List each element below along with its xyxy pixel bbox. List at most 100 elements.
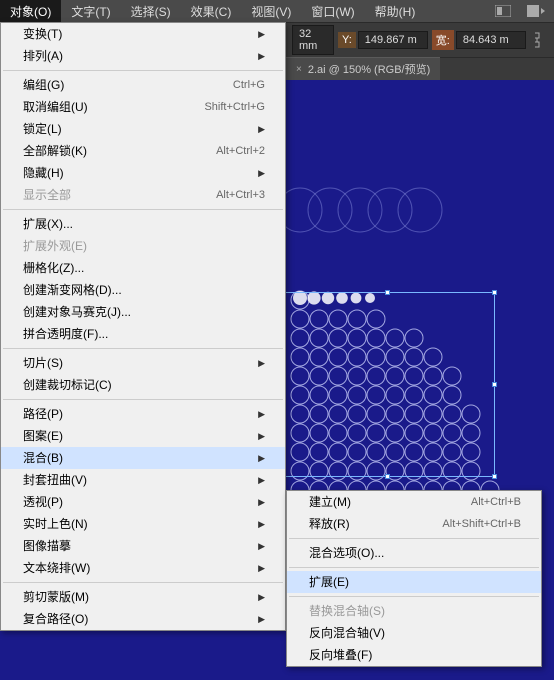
submenu-arrow-icon: ▶: [258, 516, 265, 532]
menu-item-label: 反向堆叠(F): [309, 647, 372, 663]
object-menu-item[interactable]: 排列(A) ▶: [1, 45, 285, 67]
object-menu-item[interactable]: 图案(E) ▶: [1, 425, 285, 447]
menu-select[interactable]: 选择(S): [121, 0, 181, 23]
menu-shortcut: Alt+Shift+Ctrl+B: [442, 516, 521, 532]
tab-label: 2.ai @ 150% (RGB/预览): [308, 61, 430, 77]
menu-separator: [3, 70, 283, 71]
object-menu-item[interactable]: 编组(G) Ctrl+G: [1, 74, 285, 96]
submenu-arrow-icon: ▶: [258, 611, 265, 627]
menu-separator: [289, 596, 539, 597]
menu-separator: [3, 209, 283, 210]
close-icon[interactable]: ×: [296, 64, 302, 75]
menubar: 对象(O) 文字(T) 选择(S) 效果(C) 视图(V) 窗口(W) 帮助(H…: [0, 0, 554, 22]
object-menu-item[interactable]: 拼合透明度(F)...: [1, 323, 285, 345]
object-menu-item[interactable]: 创建渐变网格(D)...: [1, 279, 285, 301]
menu-object[interactable]: 对象(O): [0, 0, 61, 23]
blend-menu-item[interactable]: 释放(R) Alt+Shift+Ctrl+B: [287, 513, 541, 535]
submenu-arrow-icon: ▶: [258, 48, 265, 64]
menu-item-label: 栅格化(Z)...: [23, 260, 84, 276]
object-menu-item[interactable]: 全部解锁(K) Alt+Ctrl+2: [1, 140, 285, 162]
menu-item-label: 显示全部: [23, 187, 71, 203]
menu-item-label: 创建渐变网格(D)...: [23, 282, 122, 298]
menu-shortcut: Alt+Ctrl+2: [216, 143, 265, 159]
submenu-arrow-icon: ▶: [258, 121, 265, 137]
menu-item-label: 拼合透明度(F)...: [23, 326, 108, 342]
object-menu-item[interactable]: 隐藏(H)▶: [1, 162, 285, 184]
menu-item-label: 剪切蒙版(M): [23, 589, 89, 605]
object-menu-item[interactable]: 实时上色(N)▶: [1, 513, 285, 535]
menu-item-label: 扩展(E): [309, 574, 349, 590]
menu-item-label: 编组(G): [23, 77, 64, 93]
submenu-arrow-icon: ▶: [258, 472, 265, 488]
object-menu-item: 显示全部 Alt+Ctrl+3: [1, 184, 285, 206]
menu-item-label: 透视(P): [23, 494, 63, 510]
y-value[interactable]: 149.867 m: [358, 31, 428, 49]
menu-item-label: 建立(M): [309, 494, 351, 510]
menu-item-label: 全部解锁(K): [23, 143, 87, 159]
blend-menu-item[interactable]: 建立(M) Alt+Ctrl+B: [287, 491, 541, 513]
object-menu-item[interactable]: 变换(T)▶: [1, 23, 285, 45]
tab-active[interactable]: × 2.ai @ 150% (RGB/预览): [286, 57, 440, 80]
menu-shortcut: Alt+Ctrl+B: [471, 494, 521, 510]
menu-shortcut: Alt+Ctrl+3: [216, 187, 265, 203]
object-menu-item[interactable]: 文本绕排(W) ▶: [1, 557, 285, 579]
menu-item-label: 反向混合轴(V): [309, 625, 385, 641]
blend-submenu: 建立(M) Alt+Ctrl+B 释放(R) Alt+Shift+Ctrl+B 混合选项…: [286, 490, 542, 667]
menu-text[interactable]: 文字(T): [61, 0, 120, 23]
menu-separator: [289, 538, 539, 539]
menu-item-label: 锁定(L): [23, 121, 62, 137]
menu-shortcut: Ctrl+G: [233, 77, 265, 93]
object-menu-item[interactable]: 锁定(L) ▶: [1, 118, 285, 140]
x-value[interactable]: 32 mm: [292, 25, 334, 55]
object-menu-item[interactable]: 取消编组(U) Shift+Ctrl+G: [1, 96, 285, 118]
submenu-arrow-icon: ▶: [258, 355, 265, 371]
object-menu-item[interactable]: 复合路径(O) ▶: [1, 608, 285, 630]
menu-item-label: 切片(S): [23, 355, 63, 371]
menu-view[interactable]: 视图(V): [241, 0, 301, 23]
menu-separator: [289, 567, 539, 568]
arrange-icon[interactable]: [524, 2, 550, 20]
submenu-arrow-icon: ▶: [258, 406, 265, 422]
object-menu-item[interactable]: 路径(P) ▶: [1, 403, 285, 425]
workspace-icon[interactable]: [490, 2, 516, 20]
menu-item-label: 文本绕排(W): [23, 560, 90, 576]
menu-item-label: 创建对象马赛克(J)...: [23, 304, 131, 320]
w-value[interactable]: 84.643 m: [456, 31, 526, 49]
submenu-arrow-icon: ▶: [258, 560, 265, 576]
menu-help[interactable]: 帮助(H): [365, 0, 426, 23]
object-menu-item[interactable]: 封套扭曲(V)▶: [1, 469, 285, 491]
menu-effect[interactable]: 效果(C): [181, 0, 242, 23]
object-menu-item[interactable]: 图像描摹▶: [1, 535, 285, 557]
object-menu-item[interactable]: 创建对象马赛克(J)...: [1, 301, 285, 323]
object-menu-item[interactable]: 创建裁切标记(C): [1, 374, 285, 396]
menu-window[interactable]: 窗口(W): [301, 0, 364, 23]
submenu-arrow-icon: ▶: [258, 428, 265, 444]
menu-shortcut: Shift+Ctrl+G: [204, 99, 265, 115]
blend-menu-item[interactable]: 反向混合轴(V): [287, 622, 541, 644]
object-menu-item[interactable]: 剪切蒙版(M)▶: [1, 586, 285, 608]
object-menu-dropdown: 变换(T)▶排列(A)▶编组(G)Ctrl+G取消编组(U)Shift+Ctrl…: [0, 22, 286, 631]
w-label: 宽:: [432, 30, 454, 50]
menu-item-label: 图案(E): [23, 428, 63, 444]
menu-item-label: 取消编组(U): [23, 99, 88, 115]
menu-item-label: 变换(T): [23, 26, 62, 42]
menu-item-label: 排列(A): [23, 48, 63, 64]
menu-item-label: 释放(R): [309, 516, 350, 532]
blend-menu-item[interactable]: 反向堆叠(F): [287, 644, 541, 666]
blend-menu-item[interactable]: 混合选项(O)...: [287, 542, 541, 564]
submenu-arrow-icon: ▶: [258, 165, 265, 181]
link-wh-icon[interactable]: [530, 29, 544, 51]
object-menu-item[interactable]: 栅格化(Z)...: [1, 257, 285, 279]
menu-item-label: 复合路径(O): [23, 611, 88, 627]
control-bar: 32 mm Y: 149.867 m 宽: 84.643 m: [286, 22, 554, 58]
blend-menu-item[interactable]: 扩展(E): [287, 571, 541, 593]
submenu-arrow-icon: ▶: [258, 494, 265, 510]
menu-item-label: 路径(P): [23, 406, 63, 422]
object-menu-item[interactable]: 混合(B)▶: [1, 447, 285, 469]
object-menu-item[interactable]: 切片(S) ▶: [1, 352, 285, 374]
object-menu-item: 扩展外观(E): [1, 235, 285, 257]
object-menu-item[interactable]: 透视(P) ▶: [1, 491, 285, 513]
object-menu-item[interactable]: 扩展(X)...: [1, 213, 285, 235]
menu-item-label: 创建裁切标记(C): [23, 377, 112, 393]
submenu-arrow-icon: ▶: [258, 538, 265, 554]
